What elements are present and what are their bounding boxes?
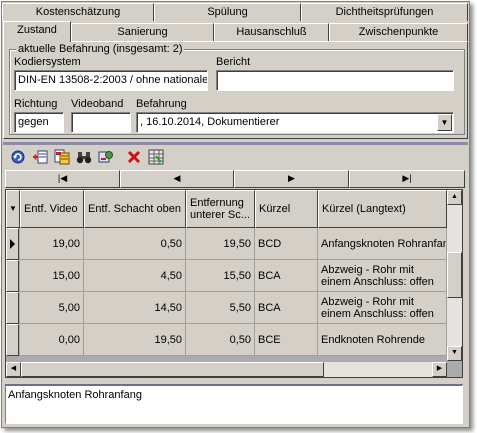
scroll-up-icon[interactable]: ▲: [447, 190, 462, 205]
chevron-down-icon[interactable]: ▼: [437, 114, 452, 131]
befahrung-dropdown[interactable]: , 16.10.2014, Dokumentierer ▼: [136, 112, 454, 133]
table-cell[interactable]: BCD: [255, 228, 318, 260]
tab-zustand[interactable]: Zustand: [3, 21, 71, 42]
befahrung-groupbox: aktuelle Befahrung (insgesamt: 2) Kodier…: [9, 43, 465, 135]
record-navigator: |◀ ◀ ▶ ▶|: [5, 170, 465, 188]
tab-row-back: Kostenschätzung Spülung Dichtheitsprüfun…: [2, 3, 469, 21]
grid-view-icon[interactable]: [145, 148, 166, 169]
header-indicator[interactable]: ▼: [6, 190, 20, 228]
table-cell[interactable]: 19,00: [20, 228, 84, 260]
table-cell[interactable]: 5,00: [20, 292, 84, 324]
table-cell[interactable]: 15,00: [20, 260, 84, 292]
table-cell[interactable]: 19,50: [84, 324, 186, 356]
befahrung-label: Befahrung: [136, 98, 187, 110]
videoband-label: Videoband: [71, 98, 124, 110]
bericht-label: Bericht: [216, 56, 251, 68]
tab-kostenschaetzung[interactable]: Kostenschätzung: [2, 3, 154, 21]
refresh-icon[interactable]: [7, 148, 28, 169]
prior-record-button[interactable]: ◀: [120, 170, 234, 188]
current-row-icon: [10, 239, 15, 249]
row-indicator[interactable]: [6, 292, 19, 324]
binoculars-icon[interactable]: [73, 148, 94, 169]
kodiersystem-label: Kodiersystem: [14, 56, 81, 68]
horizontal-scroll-thumb[interactable]: [21, 362, 324, 377]
langtext-memo[interactable]: Anfangsknoten Rohranfang: [5, 384, 463, 424]
tab-row-front: Zustand Sanierung Hausanschluß Zwischenp…: [2, 21, 469, 42]
tab-spuelung[interactable]: Spülung: [154, 3, 301, 21]
column-header-entf-video[interactable]: Entf. Video: [20, 190, 84, 228]
column-header-kuerzel[interactable]: Kürzel: [255, 190, 318, 228]
column-header-entf-schacht-oben[interactable]: Entf. Schacht oben: [84, 190, 186, 228]
settings-icon[interactable]: [95, 148, 116, 169]
row-indicator[interactable]: [6, 260, 19, 292]
groupbox-title: aktuelle Befahrung (insgesamt: 2): [16, 43, 185, 55]
table-cell[interactable]: BCA: [255, 260, 318, 292]
tab-zwischenpunkte[interactable]: Zwischenpunkte: [329, 23, 468, 41]
column-header-entf-unten[interactable]: Entfernung unterer Sc...: [186, 190, 255, 228]
column-header-kuerzel-langtext[interactable]: Kürzel (Langtext): [318, 190, 447, 228]
tab-hausanschluss[interactable]: Hausanschluß: [214, 23, 329, 41]
tab-dichtheitspruefungen[interactable]: Dichtheitsprüfungen: [301, 3, 468, 21]
table-cell[interactable]: Endknoten Rohrende: [318, 324, 447, 356]
vertical-scrollbar[interactable]: ▲ ▼: [447, 190, 462, 361]
table-cell[interactable]: Anfangsknoten Rohranfang: [318, 228, 447, 260]
row-indicator[interactable]: [6, 228, 19, 260]
divider: [3, 142, 468, 145]
befahrung-selected: , 16.10.2014, Dokumentierer: [140, 116, 280, 128]
delete-icon[interactable]: [123, 148, 144, 169]
richtung-field[interactable]: gegen: [14, 112, 64, 133]
last-record-button[interactable]: ▶|: [349, 170, 465, 188]
row-indicator[interactable]: [6, 324, 19, 356]
table-cell[interactable]: 0,50: [186, 324, 255, 356]
richtung-label: Richtung: [14, 98, 58, 110]
tab-panel-zustand: aktuelle Befahrung (insgesamt: 2) Kodier…: [3, 41, 468, 139]
table-cell[interactable]: Abzweig - Rohr mit einem Anschluss: offe…: [318, 260, 447, 292]
scroll-left-icon[interactable]: ◀: [6, 362, 21, 377]
videoband-field[interactable]: [71, 112, 131, 133]
table-cell[interactable]: BCA: [255, 292, 318, 324]
horizontal-scrollbar[interactable]: ◀ ▶: [6, 362, 447, 377]
add-record-icon[interactable]: [29, 148, 50, 169]
tab-sanierung[interactable]: Sanierung: [71, 23, 214, 41]
scroll-right-icon[interactable]: ▶: [432, 362, 447, 377]
scroll-down-icon[interactable]: ▼: [447, 346, 462, 361]
table-cell[interactable]: 5,50: [186, 292, 255, 324]
vertical-scroll-thumb[interactable]: [447, 252, 462, 298]
bericht-field[interactable]: [216, 70, 454, 91]
table-cell[interactable]: 0,00: [20, 324, 84, 356]
table-cell[interactable]: BCE: [255, 324, 318, 356]
table-cell[interactable]: Abzweig - Rohr mit einem Anschluss: offe…: [318, 292, 447, 324]
table-cell[interactable]: 19,50: [186, 228, 255, 260]
next-record-button[interactable]: ▶: [234, 170, 349, 188]
kodiersystem-field[interactable]: DIN-EN 13508-2:2003 / ohne nationale: [14, 70, 208, 91]
table-cell[interactable]: 14,50: [84, 292, 186, 324]
schaden-grid: ▼ Entf. Video Entf. Schacht oben Entfern…: [5, 189, 463, 378]
table-cell[interactable]: 4,50: [84, 260, 186, 292]
first-record-button[interactable]: |◀: [5, 170, 120, 188]
main-window: Kostenschätzung Spülung Dichtheitsprüfun…: [1, 1, 470, 428]
table-cell[interactable]: 15,50: [186, 260, 255, 292]
edit-record-icon[interactable]: [51, 148, 72, 169]
table-cell[interactable]: 0,50: [84, 228, 186, 260]
